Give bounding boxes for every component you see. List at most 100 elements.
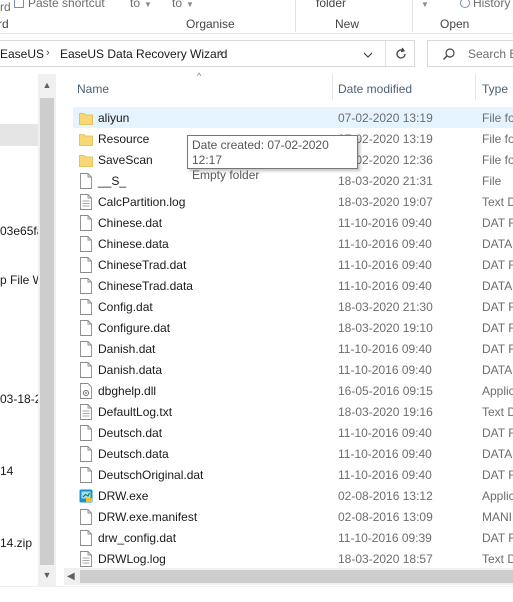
ribbon-cut-label-2: rd xyxy=(0,17,9,31)
file-row[interactable]: Chinese.dat 11-10-2016 09:40 DAT F xyxy=(73,212,513,233)
column-header-date-modified[interactable]: Date modified xyxy=(338,82,412,96)
address-bar[interactable]: EaseUS › EaseUS Data Recovery Wizard › xyxy=(0,40,415,67)
nav-selected-item[interactable] xyxy=(0,124,38,146)
file-row[interactable]: Danish.data 11-10-2016 09:40 DATA xyxy=(73,359,513,380)
file-name[interactable]: __S_ xyxy=(98,174,126,188)
column-divider[interactable] xyxy=(332,74,333,100)
column-divider[interactable] xyxy=(475,74,476,100)
file-row[interactable]: DRW.exe 02-08-2016 13:12 Applic xyxy=(73,485,513,506)
file-name[interactable]: ChineseTrad.dat xyxy=(98,258,186,272)
file-name[interactable]: Danish.dat xyxy=(98,342,155,356)
file-row[interactable]: DefaultLog.txt 18-03-2020 19:16 Text D xyxy=(73,401,513,422)
file-name[interactable]: Danish.data xyxy=(98,363,162,377)
column-header-name[interactable]: Name xyxy=(77,82,109,96)
scroll-up-icon[interactable]: ▲ xyxy=(42,80,52,90)
file-date-modified: 18-03-2020 19:16 xyxy=(338,405,433,419)
history-label: History xyxy=(473,0,511,10)
file-name[interactable]: Configure.dat xyxy=(98,321,170,335)
file-name[interactable]: CalcPartition.log xyxy=(98,195,185,209)
file-name[interactable]: DRWLog.log xyxy=(98,552,166,566)
file-row[interactable]: Chinese.data 11-10-2016 09:40 DATA xyxy=(73,233,513,254)
ribbon: rd rd Paste shortcut to▼ to▼ Organise fo… xyxy=(0,0,513,34)
file-type: Text D xyxy=(482,552,513,566)
nav-item[interactable]: 14 xyxy=(0,464,40,478)
file-row[interactable]: DeutschOriginal.dat 11-10-2016 09:40 DAT F xyxy=(73,464,513,485)
file-date-modified: 02-08-2016 13:12 xyxy=(338,489,433,503)
new-folder-button[interactable]: folder xyxy=(316,0,346,10)
scroll-down-icon[interactable]: ▼ xyxy=(42,570,52,580)
file-date-modified: 18-03-2020 21:30 xyxy=(338,300,433,314)
scroll-left-icon[interactable]: ◀ xyxy=(67,571,75,582)
file-icon xyxy=(79,467,93,483)
copy-to-button[interactable]: to ▼ xyxy=(172,0,194,10)
file-name[interactable]: Resource xyxy=(98,132,149,146)
file-type: DAT F xyxy=(482,300,513,314)
move-to-button[interactable]: to ▼ xyxy=(130,0,152,10)
file-type: DAT F xyxy=(482,426,513,440)
sort-ascending-icon: ^ xyxy=(197,71,202,81)
chevron-right-icon[interactable]: › xyxy=(219,47,223,59)
file-name[interactable]: Chinese.dat xyxy=(98,216,162,230)
file-name[interactable]: DRW.exe xyxy=(98,489,148,503)
file-row[interactable]: Deutsch.data 11-10-2016 09:40 DATA xyxy=(73,443,513,464)
paste-shortcut-label: Paste shortcut xyxy=(28,0,105,10)
text-file-icon xyxy=(79,404,93,420)
file-icon xyxy=(79,425,93,441)
file-name[interactable]: Chinese.data xyxy=(98,237,169,251)
file-type: DAT F xyxy=(482,342,513,356)
file-type: File fo xyxy=(482,132,513,146)
ribbon-group-new: New xyxy=(335,17,360,31)
new-item-dropdown[interactable]: ▼ xyxy=(417,0,429,10)
file-row[interactable]: dbghelp.dll 16-05-2016 09:15 Applic xyxy=(73,380,513,401)
file-date-modified: 16-05-2016 09:15 xyxy=(338,384,433,398)
breadcrumb-easeus[interactable]: EaseUS xyxy=(0,47,44,61)
file-icon xyxy=(79,530,93,546)
tooltip: Date created: 07-02-2020 12:17 Empty fol… xyxy=(187,135,358,182)
file-name[interactable]: dbghelp.dll xyxy=(98,384,156,398)
history-button[interactable]: History xyxy=(460,0,510,10)
file-name[interactable]: Deutsch.data xyxy=(98,447,169,461)
file-name[interactable]: Deutsch.dat xyxy=(98,426,162,440)
nav-scroll-thumb[interactable] xyxy=(40,98,54,565)
horizontal-scroll-thumb[interactable] xyxy=(80,570,513,583)
file-row[interactable]: aliyun 07-02-2020 13:19 File fo xyxy=(73,107,513,128)
history-icon xyxy=(460,0,470,8)
file-row[interactable]: ChineseTrad.data 11-10-2016 09:40 DATA xyxy=(73,275,513,296)
file-row[interactable]: drw_config.dat 11-10-2016 09:39 DAT F xyxy=(73,527,513,548)
file-name[interactable]: drw_config.dat xyxy=(98,531,176,545)
horizontal-scrollbar[interactable]: ◀ xyxy=(64,568,513,585)
file-date-modified: 11-10-2016 09:40 xyxy=(338,363,432,377)
nav-item[interactable]: 03e65fa xyxy=(0,224,40,238)
file-row[interactable]: DRWLog.log 18-03-2020 18:57 Text D xyxy=(73,548,513,569)
file-row[interactable]: ChineseTrad.dat 11-10-2016 09:40 DAT F xyxy=(73,254,513,275)
file-row[interactable]: CalcPartition.log 18-03-2020 19:07 Text D xyxy=(73,191,513,212)
file-name[interactable]: ChineseTrad.data xyxy=(98,279,193,293)
breadcrumb-easeus-data-recovery-wizard[interactable]: EaseUS Data Recovery Wizard xyxy=(60,47,227,61)
ribbon-group-open: Open xyxy=(440,17,470,31)
tooltip-description: Empty folder xyxy=(192,168,260,182)
search-input[interactable]: Search Ea xyxy=(427,40,513,67)
file-name[interactable]: Config.dat xyxy=(98,300,153,314)
file-name[interactable]: aliyun xyxy=(98,111,129,125)
file-row[interactable]: Config.dat 18-03-2020 21:30 DAT F xyxy=(73,296,513,317)
nav-item[interactable]: 03-18-2 xyxy=(0,392,40,406)
chevron-right-icon[interactable]: › xyxy=(46,47,50,59)
file-name[interactable]: DeutschOriginal.dat xyxy=(98,468,203,482)
paste-shortcut-button[interactable]: Paste shortcut xyxy=(14,0,105,10)
file-date-modified: 18-03-2020 19:10 xyxy=(338,321,433,335)
file-name[interactable]: DefaultLog.txt xyxy=(98,405,172,419)
refresh-button[interactable] xyxy=(385,41,415,66)
nav-item[interactable]: p File W xyxy=(0,273,40,287)
file-name[interactable]: SaveScan xyxy=(98,153,153,167)
file-row[interactable]: Configure.dat 18-03-2020 19:10 DAT F xyxy=(73,317,513,338)
file-name[interactable]: DRW.exe.manifest xyxy=(98,510,197,524)
file-row[interactable]: Danish.dat 11-10-2016 09:40 DAT F xyxy=(73,338,513,359)
column-header-type[interactable]: Type xyxy=(482,82,508,96)
file-row[interactable]: Deutsch.dat 11-10-2016 09:40 DAT F xyxy=(73,422,513,443)
chevron-down-icon[interactable] xyxy=(362,49,374,61)
file-type: DATA xyxy=(482,237,513,251)
app-exe-icon xyxy=(79,488,93,504)
file-row[interactable]: DRW.exe.manifest 02-08-2016 13:09 MANI xyxy=(73,506,513,527)
nav-item[interactable]: 14.zip xyxy=(0,536,40,550)
file-type: DAT F xyxy=(482,321,513,335)
